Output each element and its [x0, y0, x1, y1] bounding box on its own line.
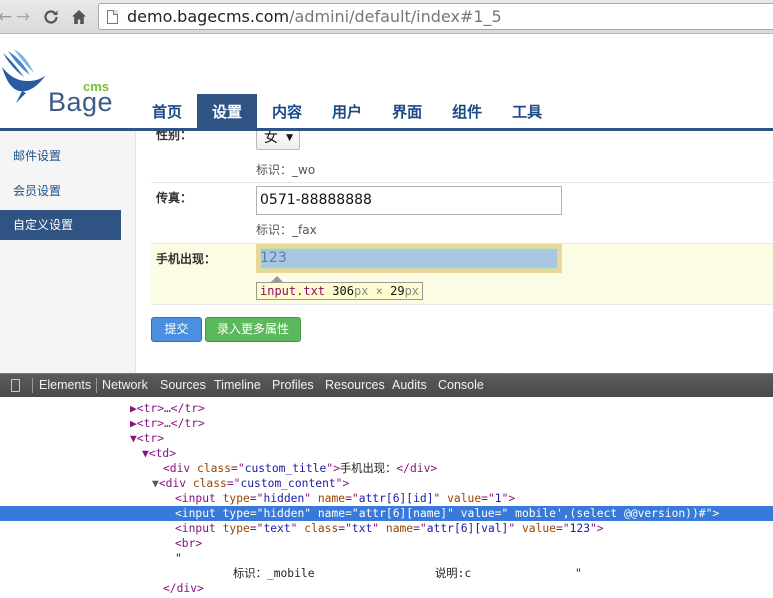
devtools-toolbar: Elements Network Sources Timeline Profil… [0, 373, 773, 397]
tab-settings[interactable]: 设置 [197, 94, 258, 130]
sidebar-item-custom-settings[interactable]: 自定义设置 [0, 210, 121, 240]
gender-select-value: 女 [264, 131, 278, 146]
form-row-mobile: 手机出现： 123 input.txt 306px × 29px [151, 244, 773, 305]
dom-line-input-name-selected[interactable]: <input type="hidden" name="attr[6][name]… [0, 506, 773, 521]
toolbar-separator [96, 378, 97, 393]
inspect-tooltip: input.txt 306px × 29px [256, 276, 424, 300]
main-nav: 首页 设置 内容 用户 界面 组件 工具 [137, 94, 557, 130]
tab-elements[interactable]: Elements [39, 378, 91, 392]
settings-form: 性别： 女 ▼ 标识：_wo 传真： 0571-88888888 标识：_fax … [137, 131, 773, 373]
submit-button[interactable]: 提交 [151, 317, 202, 342]
tab-console[interactable]: Console [438, 378, 484, 392]
reload-icon[interactable] [40, 6, 62, 28]
elements-panel: ▶<tr>…</tr> ▶<tr>…</tr> ▼<tr> ▼<td> <div… [0, 397, 773, 598]
dom-line-input-id[interactable]: <input type="hidden" name="attr[6][id]" … [0, 491, 773, 506]
tab-sources[interactable]: Sources [160, 378, 206, 392]
dom-line-text-open-quote: " [175, 552, 182, 565]
dropdown-arrow-icon: ▼ [286, 133, 293, 143]
mobile-input[interactable]: 123 [256, 244, 562, 273]
logo-text: Bage [48, 87, 114, 117]
dom-line-tr-open[interactable]: ▼<tr> [0, 431, 773, 446]
dom-line-custom-title[interactable]: <div class="custom_title">手机出现：</div> [0, 461, 773, 476]
tab-components[interactable]: 组件 [437, 94, 497, 130]
bird-icon [2, 49, 46, 103]
dom-line-td-open[interactable]: ▼<td> [0, 446, 773, 461]
gender-select[interactable]: 女 ▼ [256, 131, 300, 150]
tab-resources[interactable]: Resources [325, 378, 385, 392]
gender-label: 性别： [156, 131, 193, 142]
form-row-fax: 传真： 0571-88888888 标识：_fax [151, 183, 773, 244]
home-icon[interactable] [68, 6, 90, 28]
fax-label: 传真： [156, 191, 193, 205]
gender-hint: 标识：_wo [256, 163, 316, 177]
dom-line-div-close[interactable]: </div> [0, 581, 773, 596]
browser-toolbar: ← → demo.bagecms.com/admini/default/inde… [0, 0, 773, 34]
tab-audits[interactable]: Audits [392, 378, 427, 392]
dom-line-input-val[interactable]: <input type="text" class="txt" name="att… [0, 521, 773, 536]
tab-home[interactable]: 首页 [137, 94, 197, 130]
address-bar[interactable]: demo.bagecms.com/admini/default/index#1_… [98, 3, 773, 30]
tab-interface[interactable]: 界面 [377, 94, 437, 130]
toolbar-separator [32, 378, 33, 393]
url-text: demo.bagecms.com/admini/default/index#1_… [127, 7, 502, 26]
dom-line-custom-content[interactable]: ▼<div class="custom_content"> [0, 476, 773, 491]
tab-profiles[interactable]: Profiles [272, 378, 314, 392]
page-icon [107, 10, 118, 24]
sidebar-item-mail-settings[interactable]: 邮件设置 [0, 141, 121, 171]
dom-line-tr-collapsed[interactable]: ▶<tr>…</tr> [0, 401, 773, 416]
tab-users[interactable]: 用户 [317, 94, 377, 130]
site-header: cms Bage 首页 设置 内容 用户 界面 组件 工具 [0, 35, 773, 130]
fax-input[interactable]: 0571-88888888 [256, 186, 562, 215]
sidebar-item-member-settings[interactable]: 会员设置 [0, 176, 121, 206]
mobile-label: 手机出现： [156, 252, 217, 266]
forward-arrow-icon[interactable]: → [12, 6, 34, 28]
sidebar: 邮件设置 会员设置 自定义设置 [0, 131, 136, 373]
tab-network[interactable]: Network [102, 378, 148, 392]
bagecms-logo[interactable]: cms Bage [0, 47, 120, 117]
fax-hint: 标识：_fax [256, 223, 317, 237]
dom-line-tr-collapsed[interactable]: ▶<tr>…</tr> [0, 416, 773, 431]
dom-line-text-node: 标识：_mobile 说明:c " [233, 567, 582, 580]
add-more-attributes-button[interactable]: 录入更多属性 [205, 317, 301, 342]
tab-tools[interactable]: 工具 [497, 94, 557, 130]
dock-icon[interactable] [11, 379, 20, 392]
form-row-gender: 性别： 女 ▼ 标识：_wo [151, 131, 773, 183]
dom-line-br[interactable]: <br> [0, 536, 773, 551]
tab-content[interactable]: 内容 [257, 94, 317, 130]
tab-timeline[interactable]: Timeline [214, 378, 261, 392]
